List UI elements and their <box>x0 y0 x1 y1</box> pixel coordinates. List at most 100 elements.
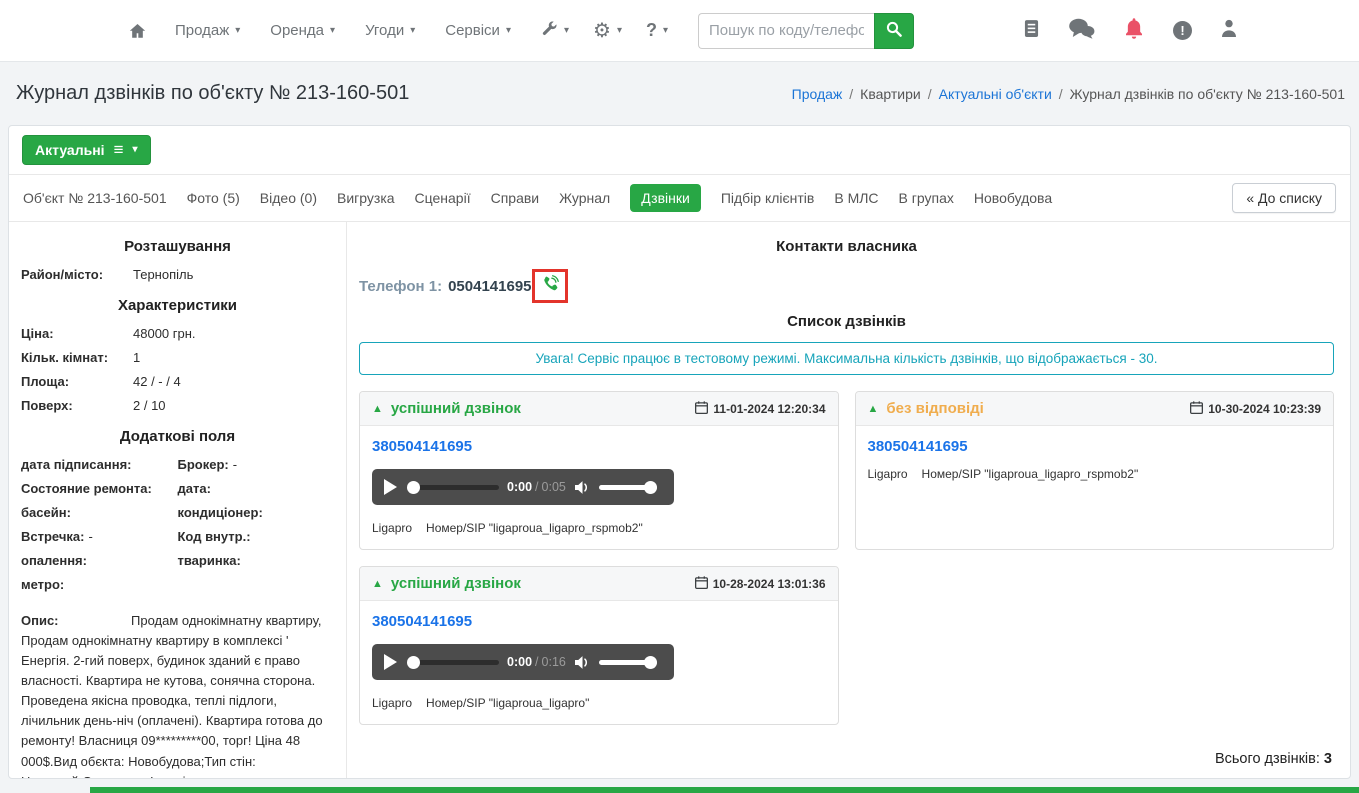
breadcrumb-apartments: Квартири <box>860 86 921 102</box>
calls-total-label: Всього дзвінків: <box>1215 751 1320 767</box>
calls-total: Всього дзвінків: 3 <box>357 751 1332 767</box>
menu-settings[interactable]: ⚙ ▾ <box>593 21 622 41</box>
total-time: 0:05 <box>542 480 566 494</box>
total-time: 0:16 <box>542 655 566 669</box>
status-button-label: Актуальні <box>35 142 105 158</box>
menu-sales[interactable]: Продаж ▾ <box>175 22 240 39</box>
speaker-icon[interactable] <box>574 655 591 670</box>
volume-slider[interactable] <box>599 656 657 669</box>
menu-services-label: Сервіси <box>445 22 500 39</box>
description-block: Опис:Продам однокімнатну квартиру, Прода… <box>21 611 334 779</box>
tab-journal[interactable]: Журнал <box>559 190 610 206</box>
help-icon: ? <box>646 20 657 41</box>
search-input[interactable] <box>698 13 874 49</box>
menu-tools[interactable]: ▾ <box>541 20 569 41</box>
menu-rent[interactable]: Оренда ▾ <box>270 22 335 39</box>
user-icon[interactable] <box>1221 19 1237 42</box>
tab-groups[interactable]: В групах <box>899 190 954 206</box>
call-card: ▲ успішний дзвінок 11-01-2024 12:20:34 3… <box>359 391 839 550</box>
breadcrumb-separator: / <box>1059 86 1063 102</box>
journal-icon[interactable] <box>1024 19 1039 43</box>
tab-scenarios[interactable]: Сценарії <box>415 190 471 206</box>
call-card-header: ▲ без відповіді 10-30-2024 10:23:39 <box>856 392 1334 426</box>
tab-calls[interactable]: Дзвінки <box>630 184 701 212</box>
call-phone-link[interactable]: 380504141695 <box>868 438 968 455</box>
call-status-toggle[interactable]: ▲ успішний дзвінок <box>372 575 521 592</box>
field-label: Брокер: <box>178 457 229 472</box>
tab-mls[interactable]: В МЛС <box>834 190 878 206</box>
call-status-label: успішний дзвінок <box>391 575 521 592</box>
search-icon <box>886 21 902 40</box>
call-datetime-text: 10-28-2024 13:01:36 <box>713 577 826 591</box>
call-phone-link[interactable]: 380504141695 <box>372 613 472 630</box>
audio-player: 0:00/0:05 <box>372 469 674 505</box>
seek-slider[interactable] <box>407 481 499 494</box>
panel-content: Розташування Район/місто: Тернопіль Хара… <box>9 222 1350 779</box>
navbar-right-icons: ! <box>1024 17 1359 45</box>
caret-down-icon: ▾ <box>617 25 622 36</box>
back-to-list-button[interactable]: « До списку <box>1232 183 1336 213</box>
tab-object[interactable]: Об'єкт № 213-160-501 <box>23 190 167 206</box>
field-label: Состояние ремонта: <box>21 481 152 496</box>
tabs-row: Об'єкт № 213-160-501 Фото (5) Відео (0) … <box>9 175 1350 222</box>
tab-client-selection[interactable]: Підбір клієнтів <box>721 190 815 206</box>
tab-upload[interactable]: Вигрузка <box>337 190 395 206</box>
search-button[interactable] <box>874 13 914 49</box>
tab-newbuild[interactable]: Новобудова <box>974 190 1052 206</box>
call-phone-link[interactable]: 380504141695 <box>372 438 472 455</box>
chat-icon[interactable] <box>1068 18 1095 44</box>
menu-services[interactable]: Сервіси ▾ <box>445 22 511 39</box>
home-icon[interactable] <box>128 22 147 40</box>
page-header: Журнал дзвінків по об'єкту № 213-160-501… <box>0 62 1359 125</box>
menu-deals[interactable]: Угоди ▾ <box>365 22 415 39</box>
tab-photos[interactable]: Фото (5) <box>187 190 240 206</box>
call-status-label: без відповіді <box>886 400 983 417</box>
field-label: опалення: <box>21 553 87 568</box>
menu-sales-label: Продаж <box>175 22 229 39</box>
call-button[interactable] <box>532 269 568 303</box>
menu-deals-label: Угоди <box>365 22 404 39</box>
field-value: 48000 грн. <box>133 322 196 346</box>
field-row-floor: Поверх: 2 / 10 <box>21 394 334 418</box>
field-label: басейн: <box>21 505 71 520</box>
play-icon[interactable] <box>384 654 397 670</box>
call-datetime-text: 10-30-2024 10:23:39 <box>1208 402 1321 416</box>
breadcrumb-sales[interactable]: Продаж <box>792 86 843 102</box>
call-datetime-text: 11-01-2024 12:20:34 <box>713 402 825 416</box>
phone-number: 0504141695 <box>448 278 531 295</box>
field-label: Встречка: <box>21 529 84 544</box>
extra-field: дата підписання: <box>21 453 178 477</box>
phone-call-icon <box>539 274 560 299</box>
property-sidebar: Розташування Район/місто: Тернопіль Хара… <box>9 222 347 779</box>
hamburger-icon: ≡ <box>114 141 124 158</box>
speaker-icon[interactable] <box>574 480 591 495</box>
breadcrumb-actual-objects[interactable]: Актуальні об'єкти <box>939 86 1052 102</box>
field-label: Район/місто: <box>21 263 133 287</box>
bell-icon[interactable] <box>1124 17 1144 45</box>
menu-help[interactable]: ? ▾ <box>646 20 668 41</box>
call-datetime: 10-30-2024 10:23:39 <box>1190 401 1321 417</box>
volume-slider[interactable] <box>599 481 657 494</box>
call-card-body: 380504141695 0:00/0:16 Ligapro <box>360 601 838 724</box>
extra-field: Встречка:- <box>21 525 178 549</box>
call-status-toggle[interactable]: ▲ без відповіді <box>868 400 984 417</box>
caret-down-icon: ▾ <box>506 25 511 36</box>
status-dropdown-button[interactable]: Актуальні ≡ ▾ <box>22 135 151 165</box>
time-separator: / <box>535 655 538 669</box>
alerts-icon[interactable]: ! <box>1173 21 1192 40</box>
tab-video[interactable]: Відео (0) <box>260 190 317 206</box>
call-status-toggle[interactable]: ▲ успішний дзвінок <box>372 400 521 417</box>
call-source-detail: Номер/SIP "ligaproua_ligapro" <box>426 696 589 710</box>
extra-fields-grid: дата підписання: Состояние ремонта: басе… <box>21 453 334 597</box>
time-separator: / <box>535 480 538 494</box>
extra-field: опалення: <box>21 549 178 573</box>
seek-slider[interactable] <box>407 656 499 669</box>
extra-fields-left-column: дата підписання: Состояние ремонта: басе… <box>21 453 178 597</box>
tab-tasks[interactable]: Справи <box>491 190 540 206</box>
calendar-icon <box>695 401 708 417</box>
field-value: Тернопіль <box>133 263 193 287</box>
breadcrumb-separator: / <box>928 86 932 102</box>
calls-total-value: 3 <box>1324 751 1332 767</box>
call-card-header: ▲ успішний дзвінок 11-01-2024 12:20:34 <box>360 392 838 426</box>
play-icon[interactable] <box>384 479 397 495</box>
